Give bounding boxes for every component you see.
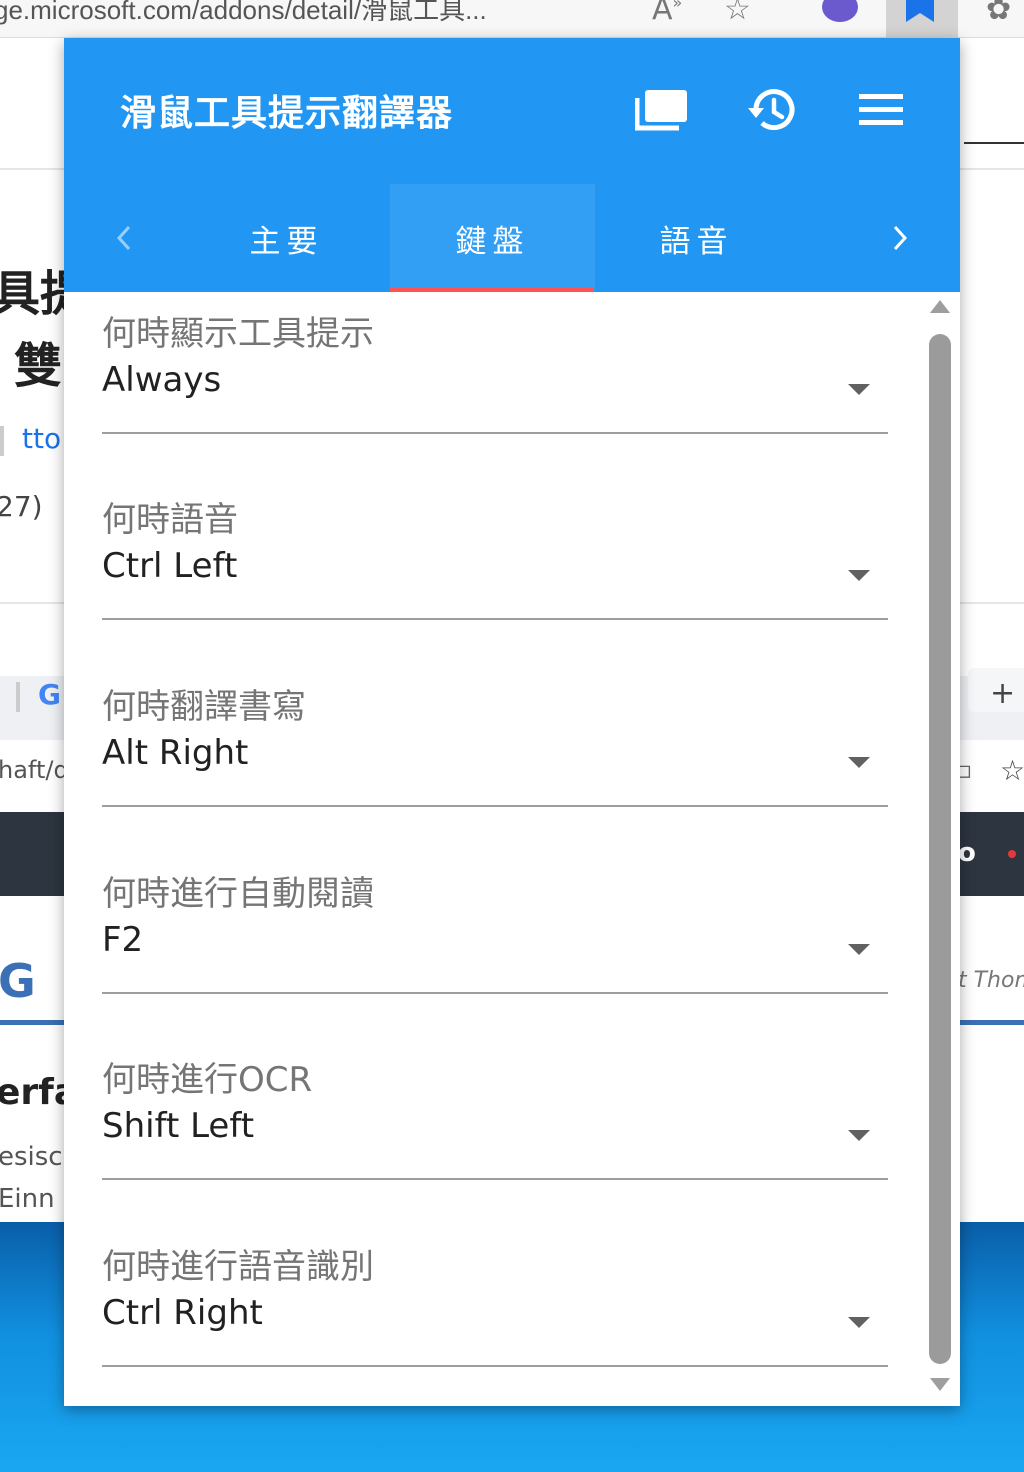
divider [964,142,1024,144]
field-value[interactable]: F2 [102,920,143,960]
text-fragment: Einn [0,1184,55,1214]
history-icon[interactable] [742,82,802,138]
auto-read-trigger-select[interactable]: 何時進行自動閱讀 F2 [102,866,888,994]
field-label: 何時語音 [102,500,238,540]
site-logo-fragment: G [0,954,36,1008]
scroll-up-icon[interactable] [930,300,950,313]
divider [16,682,20,712]
divider [0,426,4,456]
left-page-strip: 具提 雙 tto 27) G haft/d G erfa esisc Einn [0,38,88,1472]
scrollbar[interactable] [924,300,954,1404]
settings-panel: 何時顯示工具提示 Always 何時語音 Ctrl Left 何時翻譯書寫 Al… [64,292,960,1406]
tab-keyboard[interactable]: 鍵盤 [390,184,595,292]
dropdown-arrow-icon[interactable] [848,1317,870,1328]
ocr-trigger-select[interactable]: 何時進行OCR Shift Left [102,1052,888,1180]
red-dot-icon [1008,850,1016,858]
translate-writing-trigger-select[interactable]: 何時翻譯書寫 Alt Right [102,679,888,807]
right-page-strip: + ▫ ☆ o t Thom [956,38,1024,1472]
field-label: 何時顯示工具提示 [102,314,374,354]
extension-purple-icon[interactable] [822,0,858,22]
menu-icon[interactable] [852,82,912,138]
tab-main[interactable]: 主要 [184,184,389,292]
field-label: 何時進行OCR [102,1060,313,1100]
puzzle-icon[interactable]: ✿ [986,0,1011,27]
field-underline [102,1178,888,1180]
field-underline [102,432,888,434]
tab-scroll-left-icon[interactable] [94,184,154,292]
nav-fragment: o [958,838,976,868]
tab-voice[interactable]: 語音 [594,184,799,292]
extension-popup: 滑鼠工具提示翻譯器 主要 鍵盤 語音 何時顯示工具提示 Always 何時語音 … [64,38,960,1406]
read-aloud-icon[interactable]: A» [652,0,682,27]
dropdown-arrow-icon[interactable] [848,570,870,581]
text-fragment: esisc [0,1142,63,1172]
field-label: 何時進行語音識別 [102,1247,374,1287]
field-underline [102,1365,888,1367]
dropdown-arrow-icon[interactable] [848,384,870,395]
rating-count: 27) [0,490,43,523]
popup-toolbar: 滑鼠工具提示翻譯器 [64,38,960,184]
field-value[interactable]: Ctrl Right [102,1293,263,1333]
field-value[interactable]: Alt Right [102,733,248,773]
tab-bar: 主要 鍵盤 語音 [64,184,960,292]
favorites-icon[interactable]: ☆ [1000,754,1024,787]
tab-scroll-right-icon[interactable] [870,184,930,292]
google-icon[interactable]: G [38,678,61,711]
field-underline [102,618,888,620]
field-underline [102,992,888,994]
field-underline [102,805,888,807]
star-icon[interactable]: ☆ [724,0,751,27]
field-value[interactable]: Always [102,360,221,400]
field-value[interactable]: Ctrl Left [102,546,237,586]
field-label: 何時進行自動閱讀 [102,874,374,914]
address-text[interactable]: ge.microsoft.com/addons/detail/滑鼠工具... [0,0,487,27]
field-label: 何時翻譯書寫 [102,687,306,727]
scrollbar-thumb[interactable] [929,334,951,1364]
app-title: 滑鼠工具提示翻譯器 [120,93,454,134]
link-fragment[interactable]: tto [22,422,61,455]
heading-fragment: 雙 [14,338,63,394]
bookmark-fragment[interactable]: haft/d [0,756,69,784]
dropdown-arrow-icon[interactable] [848,1130,870,1141]
tooltip-trigger-select[interactable]: 何時顯示工具提示 Always [102,306,888,434]
window-icon[interactable] [632,82,692,138]
dropdown-arrow-icon[interactable] [848,757,870,768]
dropdown-arrow-icon[interactable] [848,944,870,955]
field-value[interactable]: Shift Left [102,1106,254,1146]
new-tab-icon[interactable]: + [990,676,1015,711]
speech-trigger-select[interactable]: 何時語音 Ctrl Left [102,492,888,620]
scroll-down-icon[interactable] [930,1378,950,1391]
address-bar[interactable]: ge.microsoft.com/addons/detail/滑鼠工具... A… [0,0,1024,38]
author-fragment: t Thom [958,968,1024,993]
speech-recognition-trigger-select[interactable]: 何時進行語音識別 Ctrl Right [102,1239,888,1367]
